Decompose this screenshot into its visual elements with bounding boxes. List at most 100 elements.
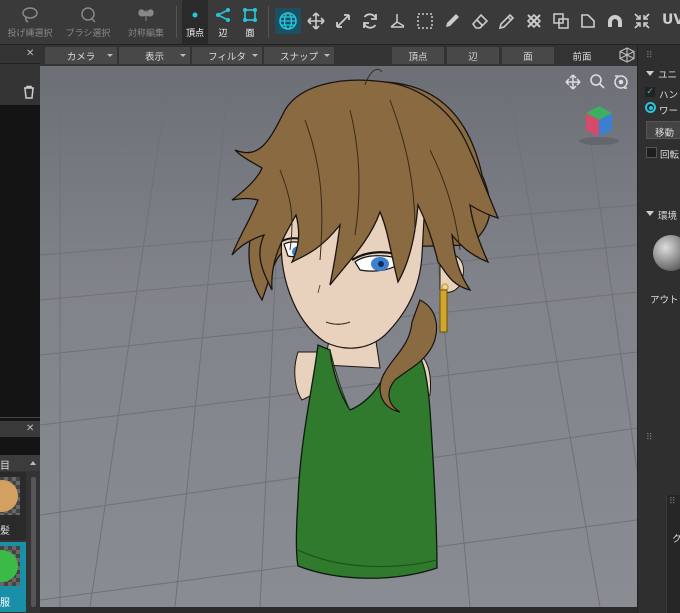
- drag-handle-icon[interactable]: ⠿: [646, 51, 653, 61]
- world-radio[interactable]: [645, 102, 656, 113]
- sew-tool-button[interactable]: [521, 8, 547, 34]
- marquee-select-button[interactable]: [412, 8, 438, 34]
- rotate-checkbox[interactable]: [646, 147, 657, 158]
- vertex-mode-label: 頂点: [185, 29, 204, 39]
- scrollbar[interactable]: [31, 477, 36, 607]
- marquee-icon: [417, 13, 433, 29]
- material-panel-header: ✕: [0, 421, 40, 437]
- chevron-down-icon: [252, 54, 258, 57]
- material-list-header: 目: [0, 455, 40, 472]
- eraser-tool-button[interactable]: [467, 8, 493, 34]
- edge-display-button[interactable]: 辺: [447, 47, 499, 64]
- chevron-down-icon: [324, 54, 330, 57]
- zoom-icon: [590, 74, 605, 89]
- main-toolbar: 投げ縄選択 ブラシ選択 対称編集 頂点 辺 面 UV: [0, 0, 680, 45]
- scroll-up-icon[interactable]: [30, 461, 36, 465]
- edge-icon: [216, 8, 230, 22]
- viewport-menubar: カメラ 表示 フィルタ スナップ 頂点 辺 面 前面: [40, 45, 637, 66]
- shrink-icon: [634, 13, 650, 29]
- pencil-icon: [498, 13, 515, 30]
- earring: [439, 283, 449, 333]
- close-icon[interactable]: ✕: [26, 423, 34, 434]
- brush-select-tool[interactable]: ブラシ選択: [62, 0, 114, 44]
- camera-menu[interactable]: カメラ: [45, 47, 117, 64]
- overlap-tool-button[interactable]: [548, 8, 574, 34]
- corner-tool-button[interactable]: [575, 8, 601, 34]
- pencil-tool-button[interactable]: [494, 8, 520, 34]
- lasso-select-tool[interactable]: 投げ縄選択: [4, 0, 56, 44]
- world-space-button[interactable]: [275, 8, 301, 34]
- trash-icon[interactable]: [22, 85, 36, 99]
- 3d-viewport[interactable]: [40, 66, 637, 607]
- collapse-icon[interactable]: [646, 211, 654, 216]
- move-icon: [307, 12, 325, 30]
- bottom-panel: ⠿ ク: [666, 495, 680, 613]
- bottom-panel-label: ク: [672, 534, 680, 545]
- environment-section-title: 環境: [658, 211, 678, 222]
- panel-divider: [0, 63, 40, 64]
- snap-menu[interactable]: スナップ: [264, 47, 334, 64]
- shrink-tool-button[interactable]: [629, 8, 655, 34]
- hand-option-label: ハンド: [659, 90, 680, 101]
- front-view-button[interactable]: 前面: [557, 47, 607, 64]
- edge-mode-label: 辺: [218, 29, 228, 39]
- close-icon[interactable]: ✕: [26, 48, 34, 59]
- display-menu[interactable]: 表示: [119, 47, 190, 64]
- toolbar-divider: [268, 6, 269, 38]
- material-name: 髪: [0, 526, 10, 537]
- drag-handle-icon[interactable]: ⠿: [646, 433, 653, 443]
- view-cube-icon[interactable]: [619, 47, 635, 63]
- lasso-icon: [22, 7, 38, 23]
- overlap-icon: [553, 13, 569, 29]
- vertex-mode-button[interactable]: 頂点: [182, 0, 208, 44]
- pivot-tool-button[interactable]: [384, 8, 410, 34]
- pen-tool-button[interactable]: [439, 8, 465, 34]
- move-tool-button[interactable]: [303, 8, 329, 34]
- filter-menu[interactable]: フィルタ: [192, 47, 262, 64]
- world-option-label: ワー: [659, 106, 679, 117]
- face-icon: [243, 8, 257, 22]
- sew-icon: [526, 13, 542, 29]
- lasso-select-label: 投げ縄選択: [7, 29, 53, 39]
- vertex-display-button[interactable]: 頂点: [392, 47, 444, 64]
- butterfly-icon: [138, 9, 154, 21]
- collapse-icon[interactable]: [646, 71, 654, 76]
- vertex-icon: [192, 12, 198, 18]
- move-button[interactable]: 移動: [646, 121, 680, 139]
- rotate-checkbox-label: 回転: [660, 150, 680, 161]
- face-mode-button[interactable]: 面: [238, 0, 262, 44]
- chevron-down-icon: [180, 54, 186, 57]
- layer-list[interactable]: [0, 105, 40, 455]
- hand-checkbox[interactable]: ✓: [645, 87, 655, 97]
- arch-tool-button[interactable]: [602, 8, 628, 34]
- uv-editor-button[interactable]: UV: [662, 12, 680, 32]
- rotate-icon: [363, 13, 377, 29]
- left-panel: ✕ ✕ 目 髪 服: [0, 45, 40, 613]
- brush-select-label: ブラシ選択: [65, 29, 111, 39]
- edge-mode-button[interactable]: 辺: [210, 0, 236, 44]
- eraser-icon: [471, 13, 489, 29]
- section-title: ユニ: [658, 70, 678, 81]
- material-list-label: 目: [0, 461, 10, 472]
- shirt: [295, 344, 438, 579]
- material-name: 服: [0, 598, 10, 609]
- globe-icon: [279, 12, 297, 30]
- symmetric-edit-label: 対称編集: [127, 29, 164, 39]
- face-display-button[interactable]: 面: [502, 47, 554, 64]
- scale-icon: [336, 14, 350, 28]
- rotate-tool-button[interactable]: [357, 8, 383, 34]
- corner-icon: [581, 14, 595, 28]
- orbit-icon: [614, 75, 628, 89]
- toolbar-divider: [176, 6, 177, 38]
- symmetric-edit-tool[interactable]: 対称編集: [120, 0, 172, 44]
- pivot-icon: [390, 14, 405, 28]
- environment-sphere-preview[interactable]: [653, 235, 680, 271]
- arch-icon: [608, 15, 622, 27]
- pan-icon: [565, 74, 581, 90]
- drag-handle-icon[interactable]: ⠿: [669, 497, 676, 507]
- material-item[interactable]: 髪: [0, 472, 26, 540]
- material-item-selected[interactable]: 服: [0, 542, 26, 612]
- pen-icon: [446, 14, 459, 27]
- scale-tool-button[interactable]: [330, 8, 356, 34]
- chevron-down-icon: [107, 54, 113, 57]
